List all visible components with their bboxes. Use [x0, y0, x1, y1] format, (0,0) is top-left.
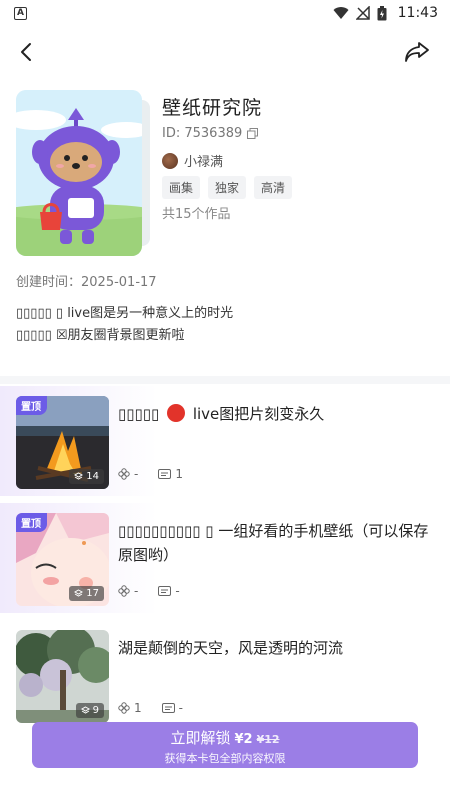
unlock-label: 立即解锁 [170, 729, 231, 747]
like-stat[interactable]: - [118, 467, 138, 481]
comment-icon [158, 468, 172, 479]
tag-list: 画集 独家 高清 [162, 176, 293, 199]
copy-icon[interactable] [247, 128, 259, 139]
list-item[interactable]: 置顶 14 ▯▯▯▯▯ live图把片刻变永久 - 1 [0, 386, 450, 496]
album-cover[interactable] [16, 90, 142, 256]
comment-stat[interactable]: - [161, 701, 183, 715]
work-count: 共15个作品 [162, 207, 231, 222]
item-title: ▯▯▯▯▯▯▯▯▯▯ ▯ 一组好看的手机壁纸（可以保存原图哟） [118, 522, 429, 564]
layers-icon [74, 472, 84, 480]
wifi-icon [333, 7, 349, 20]
item-stats: 1 - [118, 701, 183, 715]
pinned-badge: 置顶 [16, 396, 47, 415]
collection-id: ID: 7536389 [162, 126, 259, 141]
item-stats: - - [118, 584, 180, 598]
list-item[interactable]: 置顶 17 ▯▯▯▯▯▯▯▯▯▯ ▯ 一组好看的手机壁纸（可以保存原图哟） - … [0, 503, 450, 613]
collection-id-text: ID: 7536389 [162, 126, 243, 141]
item-thumbnail: 9 [16, 630, 109, 723]
no-signal-icon [355, 6, 370, 20]
share-icon [405, 42, 429, 62]
tag[interactable]: 独家 [208, 176, 247, 199]
author-link[interactable]: 小禄满 [162, 151, 223, 170]
status-bar: A 11:43 [0, 0, 450, 26]
tag[interactable]: 高清 [254, 176, 293, 199]
item-title: ▯▯▯▯▯ live图把片刻变永久 [118, 402, 436, 426]
unlock-original-price: ¥12 [256, 733, 280, 746]
flower-like-icon [118, 702, 130, 714]
item-title: 湖是颠倒的天空，风是透明的河流 [118, 639, 344, 657]
comment-count: - [178, 701, 183, 715]
cover-illustration [16, 90, 142, 256]
comment-icon [161, 702, 175, 713]
top-nav [0, 34, 450, 70]
image-count: 17 [86, 588, 99, 599]
description-line: ▯▯▯▯▯ ▯ live图是另一种意义上的时光 [16, 306, 234, 321]
item-thumbnail: 置顶 17 [16, 513, 109, 606]
item-title-suffix: live图把片刻变永久 [192, 405, 325, 423]
unlock-subtitle: 获得本卡包全部内容权限 [164, 752, 286, 765]
layers-icon [80, 706, 90, 714]
list-item[interactable]: 9 湖是颠倒的天空，风是透明的河流 1 - [0, 620, 450, 730]
red-circle-emoji [167, 404, 186, 422]
like-stat[interactable]: - [118, 584, 138, 598]
comment-stat[interactable]: 1 [158, 467, 183, 481]
created-date: 创建时间：2025-01-17 [16, 275, 157, 290]
comment-count: 1 [175, 467, 183, 481]
like-count: - [134, 584, 139, 598]
item-stats: - 1 [118, 467, 183, 481]
tag[interactable]: 画集 [162, 176, 201, 199]
clock: 11:43 [397, 5, 438, 21]
image-count: 9 [92, 705, 99, 716]
like-count: - [134, 467, 139, 481]
like-count: 1 [134, 701, 142, 715]
image-count: 14 [86, 471, 99, 482]
unlock-price: ¥2 [234, 732, 253, 747]
back-button[interactable] [12, 38, 40, 66]
pinned-badge: 置顶 [16, 513, 47, 532]
image-count-badge: 17 [69, 586, 104, 601]
image-count-badge: 9 [75, 703, 104, 718]
flower-like-icon [118, 585, 130, 597]
comment-icon [158, 585, 172, 596]
unlock-main-row: 立即解锁 ¥2 ¥12 [32, 727, 418, 748]
avatar [162, 152, 178, 169]
layers-icon [74, 589, 84, 597]
like-stat[interactable]: 1 [118, 701, 142, 715]
section-divider [0, 376, 450, 384]
cover-stack-shadow [142, 100, 150, 246]
item-thumbnail: 置顶 14 [16, 396, 109, 489]
item-title-prefix: ▯▯▯▯▯ [118, 405, 160, 423]
battery-icon [377, 5, 387, 20]
collection-title: 壁纸研究院 [162, 97, 263, 119]
share-button[interactable] [402, 38, 432, 66]
back-arrow-icon [21, 43, 31, 61]
flower-like-icon [118, 468, 130, 480]
comment-stat[interactable]: - [158, 584, 180, 598]
unlock-button[interactable]: 立即解锁 ¥2 ¥12 获得本卡包全部内容权限 [32, 722, 418, 768]
author-name: 小禄满 [184, 155, 224, 170]
description-line: ▯▯▯▯▯ ☒朋友圈背景图更新啦 [16, 328, 185, 343]
comment-count: - [175, 584, 180, 598]
app-notification-icon: A [14, 6, 27, 20]
collection-description: ▯▯▯▯▯ ▯ live图是另一种意义上的时光 ▯▯▯▯▯ ☒朋友圈背景图更新啦 [16, 303, 233, 347]
image-count-badge: 14 [69, 469, 104, 484]
